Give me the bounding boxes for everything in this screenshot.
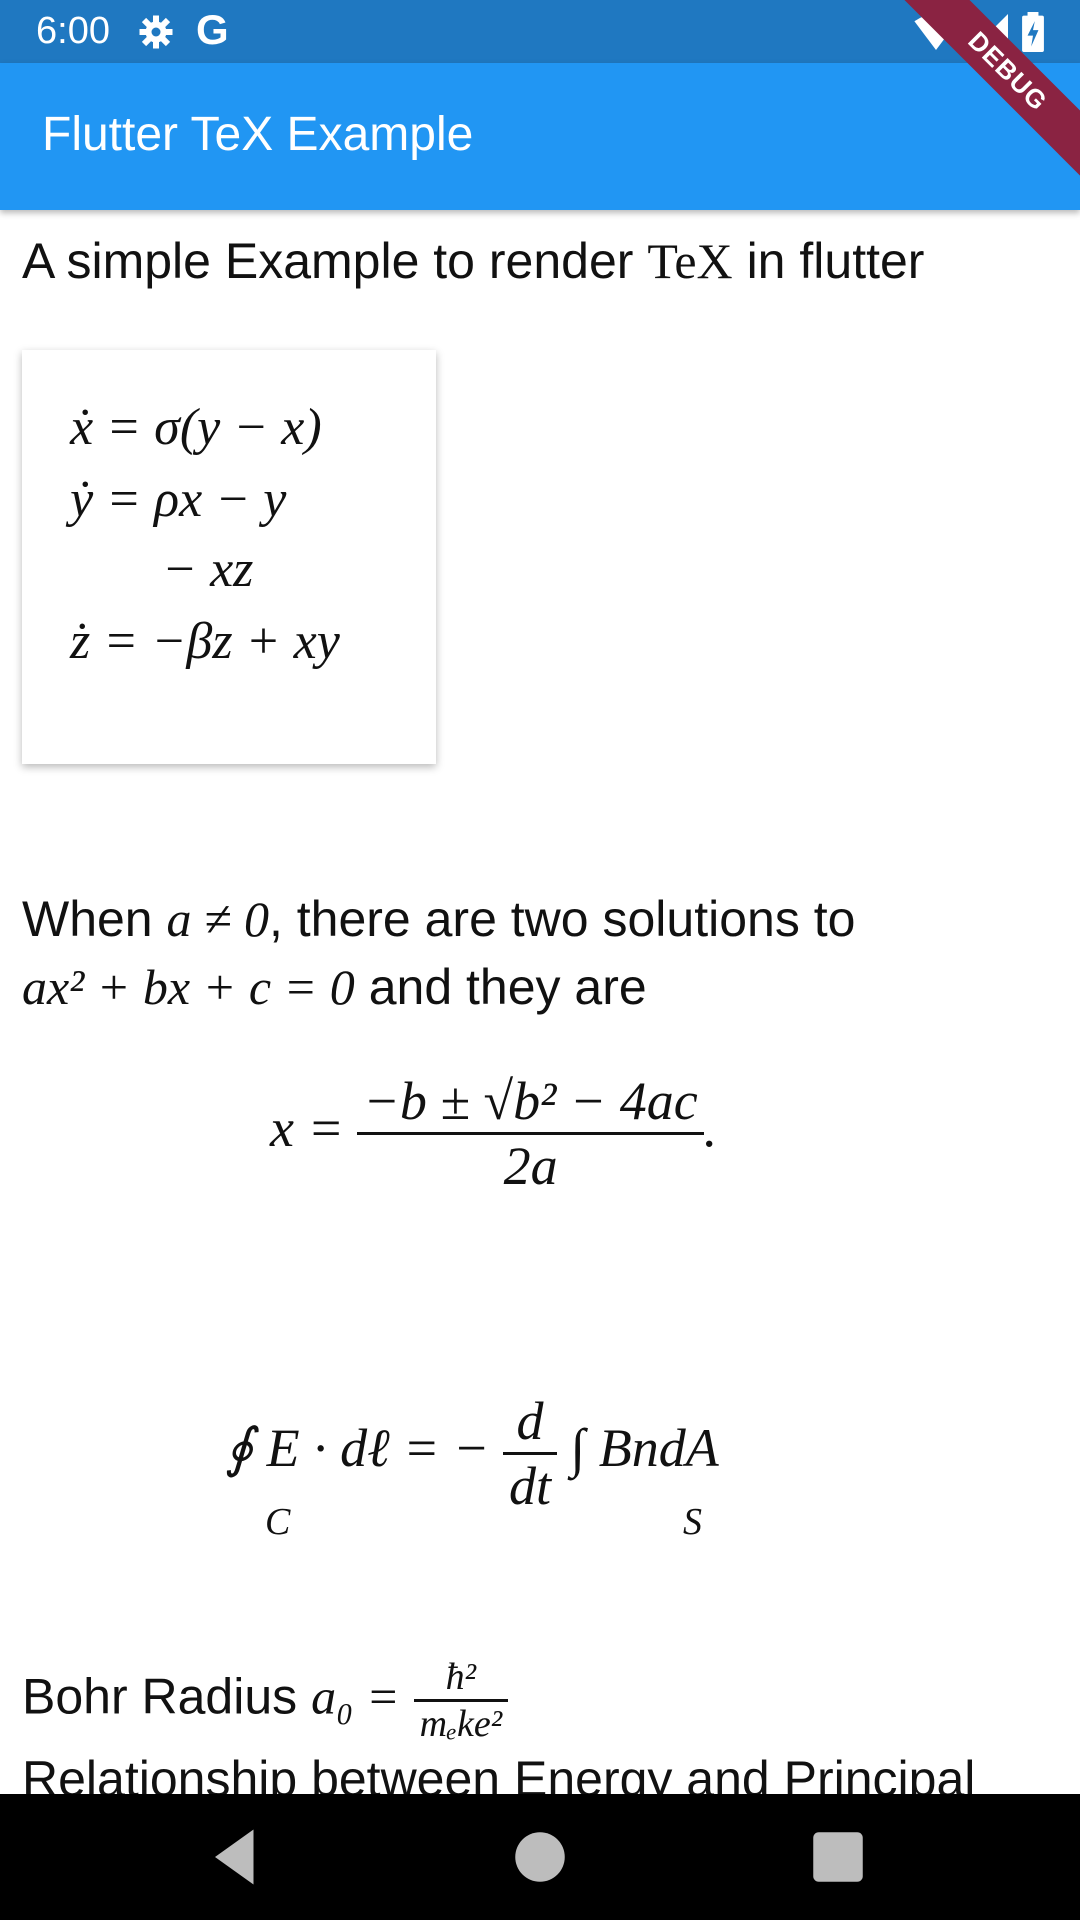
lorenz-line-3: − xz [162, 541, 254, 598]
navigation-bar [0, 1794, 1080, 1920]
intro-text-start: A simple Example to render [22, 233, 634, 289]
quadratic-equation: ax² + bx + c = 0 [22, 959, 355, 1015]
quadratic-intro-line-1: When a ≠ 0, there are two solutions to [22, 890, 855, 948]
condition-math: a ≠ 0 [166, 891, 269, 947]
bohr-fraction: ħ² mₑke² [413, 1655, 509, 1746]
maxwell-rhs: ∫ BndA [570, 1417, 719, 1478]
gear-icon [139, 15, 173, 49]
tex-content[interactable]: A simple Example to render TeX in flutte… [0, 210, 1080, 1794]
maxwell-lhs: ∮ E · dℓ = − [225, 1417, 490, 1478]
back-icon[interactable] [204, 1824, 270, 1890]
maxwell-fraction: d dt [503, 1390, 558, 1517]
quadratic-intro-line-2: ax² + bx + c = 0 and they are [22, 958, 647, 1016]
bohr-denominator: mₑke² [419, 1703, 503, 1745]
maxwell-frac-num: d [503, 1390, 558, 1455]
home-icon[interactable] [507, 1824, 573, 1890]
quadratic-period: . [703, 1097, 718, 1158]
energy-relationship-text: Relationship between Energy and Principa… [22, 1751, 976, 1794]
intro-text: A simple Example to render TeX in flutte… [22, 232, 924, 290]
bohr-radius-line: Bohr Radius a₀ = ħ² mₑke² [22, 1655, 509, 1746]
bohr-lhs: a₀ = [311, 1668, 400, 1725]
quadratic-lhs: x = [270, 1097, 344, 1158]
quadratic-intro-rest: , there are two solutions to [268, 891, 856, 947]
recents-icon[interactable] [805, 1824, 871, 1890]
quadratic-intro-when: When [22, 891, 153, 947]
quadratic-denominator: 2a [503, 1136, 558, 1196]
bohr-numerator: ħ² [413, 1655, 509, 1702]
quadratic-intro-tail: and they are [368, 959, 647, 1015]
maxwell-sub-c: C [265, 1501, 291, 1543]
quadratic-formula: x = −b ± √b² − 4ac 2a . [270, 1070, 717, 1197]
maxwell-equation: ∮ E · dℓ = − d dt ∫ BndA C S [225, 1390, 719, 1543]
quadratic-numerator: −b ± √b² − 4ac [357, 1070, 704, 1135]
lorenz-card: ẋ = σ(y − x) ẏ = ρx − y − xz ż = −βz + x… [22, 350, 436, 764]
app-title: Flutter TeX Example [42, 108, 474, 161]
maxwell-sub-s: S [683, 1501, 702, 1543]
maxwell-frac-den: dt [509, 1456, 552, 1516]
bohr-label: Bohr Radius [22, 1668, 298, 1725]
status-time: 6:00 [36, 10, 110, 52]
tex-logo: TeX [647, 233, 733, 289]
lorenz-line-2: ẏ = ρx − y [70, 471, 287, 528]
quadratic-fraction: −b ± √b² − 4ac 2a [357, 1070, 704, 1197]
battery-icon [1022, 12, 1044, 52]
lorenz-line-1: ẋ = σ(y − x) [70, 399, 322, 456]
intro-text-end: in flutter [746, 233, 925, 289]
google-icon: G [196, 6, 229, 53]
lorenz-line-4: ż = −βz + xy [70, 613, 340, 670]
app-bar: Flutter TeX Example [0, 63, 1080, 210]
